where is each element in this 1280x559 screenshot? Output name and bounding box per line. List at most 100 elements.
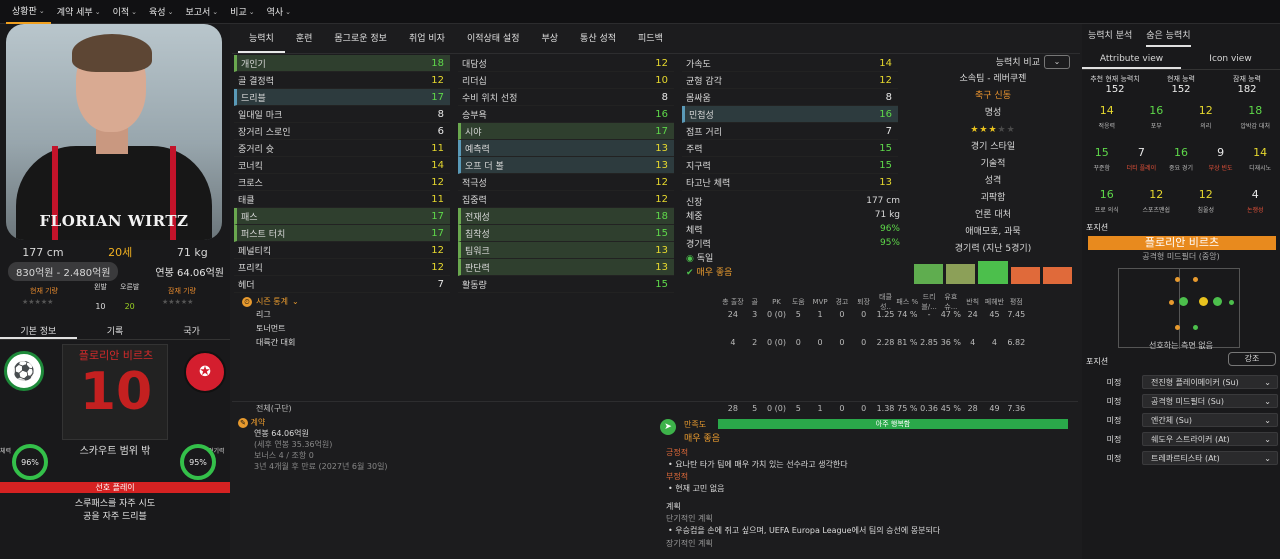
attribute-row[interactable]: 팀워크 13: [458, 242, 674, 259]
attribute-value: 15: [879, 159, 892, 171]
media-value: 애매모호, 과묵: [965, 227, 1021, 237]
attribute-row[interactable]: 가속도 14: [682, 55, 898, 72]
attribute-row[interactable]: 리더십 10: [458, 72, 674, 89]
left-tab-2[interactable]: 국가: [153, 324, 230, 339]
role-row[interactable]: 미정 공격형 미드필더 (Su) ⌄: [1086, 392, 1278, 410]
attribute-row[interactable]: 지구력 15: [682, 157, 898, 174]
satisfaction-bar: 아주 행복함: [718, 419, 1068, 429]
attribute-row[interactable]: 대담성 12: [458, 55, 674, 72]
tab-1[interactable]: 훈련: [285, 27, 324, 53]
attribute-row[interactable]: 점프 거리 7: [682, 123, 898, 140]
attribute-row[interactable]: 판단력 13: [458, 259, 674, 276]
attribute-row[interactable]: 몸싸움 8: [682, 89, 898, 106]
attribute-row[interactable]: 헤더 7: [234, 276, 450, 293]
hidden-attribute: 18 압박감 대처: [1240, 104, 1270, 130]
position-sub: 공격형 미드필더 (중앙): [1142, 252, 1220, 261]
attribute-row[interactable]: 적극성 12: [458, 174, 674, 191]
menu-item-5[interactable]: 비교 ⌄: [224, 0, 260, 24]
tab-ability-analysis[interactable]: 능력치 분석: [1088, 28, 1132, 47]
reputation-label: 명성: [984, 108, 1002, 118]
attribute-value: 17: [655, 125, 668, 137]
role-row[interactable]: 미정 쉐도우 스트라이커 (At) ⌄: [1086, 430, 1278, 448]
right-foot: 오른발 20: [120, 283, 140, 311]
physical-info-row: 신장 177 cm: [686, 196, 900, 208]
attribute-row[interactable]: 균형 감각 12: [682, 72, 898, 89]
attribute-row[interactable]: 중거리 슛 11: [234, 140, 450, 157]
tab-5[interactable]: 부상: [530, 27, 569, 53]
attribute-name: 오프 더 볼: [465, 161, 504, 172]
hidden-attribute: 7 더티 플레이: [1126, 146, 1157, 172]
menu-item-2[interactable]: 이적 ⌄: [107, 0, 143, 24]
menu-item-3[interactable]: 육성 ⌄: [143, 0, 179, 24]
attribute-value: 13: [655, 244, 668, 256]
attribute-row[interactable]: 타고난 체력 13: [682, 174, 898, 191]
attribute-row[interactable]: 크로스 12: [234, 174, 450, 191]
tab-attribute-view[interactable]: Attribute view: [1082, 54, 1181, 69]
attribute-row[interactable]: 민첩성 16: [682, 106, 898, 123]
compare-dropdown-button[interactable]: ⌄: [1044, 55, 1070, 69]
attribute-row[interactable]: 태클 11: [234, 191, 450, 208]
hidden-attribute: 4 논쟁성: [1246, 188, 1264, 214]
left-tab-1[interactable]: 기록: [77, 324, 154, 339]
attribute-row[interactable]: 승부욕 16: [458, 106, 674, 123]
role-row[interactable]: 미정 트레콰르티스타 (At) ⌄: [1086, 449, 1278, 467]
form-bar: [946, 264, 976, 284]
physical-info-row: 체중 71 kg: [686, 210, 900, 222]
attribute-value: 18: [655, 210, 668, 222]
attribute-row[interactable]: 전재성 18: [458, 208, 674, 225]
negative-text: • 현재 고민 없음: [668, 484, 725, 493]
attribute-row[interactable]: 장거리 스로인 6: [234, 123, 450, 140]
tab-0[interactable]: 능력치: [238, 27, 285, 53]
stats-row: 토너먼트: [256, 323, 286, 333]
attribute-row[interactable]: 골 결정력 12: [234, 72, 450, 89]
attribute-row[interactable]: 예측력 13: [458, 140, 674, 157]
attribute-row[interactable]: 일대일 마크 8: [234, 106, 450, 123]
attribute-row[interactable]: 수비 위치 선정 8: [458, 89, 674, 106]
attribute-row[interactable]: 오프 더 볼 13: [458, 157, 674, 174]
attribute-name: 지구력: [686, 161, 711, 172]
attribute-row[interactable]: 개인기 18: [234, 55, 450, 72]
tab-hidden-ability[interactable]: 숨은 능력치: [1146, 28, 1191, 47]
menu-item-0[interactable]: 상황판 ⌄: [6, 0, 51, 24]
attribute-value: 12: [655, 193, 668, 205]
style-label: 경기 스타일: [970, 142, 1016, 152]
emphasis-dropdown[interactable]: 강조: [1228, 352, 1276, 366]
attribute-value: 16: [879, 108, 892, 120]
player-profile-panel: FLORIAN WIRTZ 177 cm 20세 71 kg 830억원 - 2…: [0, 24, 230, 559]
attribute-row[interactable]: 주력 15: [682, 140, 898, 157]
tab-6[interactable]: 통산 성적: [569, 27, 627, 53]
attribute-row[interactable]: 시야 17: [458, 123, 674, 140]
menu-item-6[interactable]: 역사 ⌄: [261, 0, 297, 24]
attribute-name: 타고난 체력: [686, 178, 731, 189]
tab-2[interactable]: 몸그로운 정보: [323, 27, 398, 53]
attribute-row[interactable]: 페널티킥 12: [234, 242, 450, 259]
tab-icon-view[interactable]: Icon view: [1181, 54, 1280, 69]
attribute-row[interactable]: 드리블 17: [234, 89, 450, 106]
role-row[interactable]: 미정 전진형 플레이메이커 (Su) ⌄: [1086, 373, 1278, 391]
clock-icon: ⏲: [242, 296, 252, 307]
ability-rating: 추천 현재 능력치 152: [1090, 75, 1140, 95]
contract-title: 계약: [250, 418, 266, 427]
tab-7[interactable]: 피드백: [627, 27, 674, 53]
attribute-row[interactable]: 프리킥 12: [234, 259, 450, 276]
plan-label: 계획: [666, 502, 681, 511]
attribute-row[interactable]: 퍼스트 터치 17: [234, 225, 450, 242]
attribute-row[interactable]: 집중력 12: [458, 191, 674, 208]
shirt-number-box: 플로리안 비르츠 10: [62, 344, 168, 440]
shirt-number: 10: [79, 362, 153, 422]
technical-attributes: 개인기 18 골 결정력 12 드리블 17 일대일 마크 8 장거리 스로인 6 중거리 슛 11 코…: [234, 55, 450, 293]
attribute-row[interactable]: 침착성 15: [458, 225, 674, 242]
potential-ability-stars: ★★★★★: [162, 298, 194, 306]
attribute-value: 8: [661, 91, 668, 103]
attribute-row[interactable]: 활동량 15: [458, 276, 674, 293]
menu-item-1[interactable]: 계약 세부 ⌄: [51, 0, 107, 24]
attribute-row[interactable]: 패스 17: [234, 208, 450, 225]
menu-item-4[interactable]: 보고서 ⌄: [179, 0, 224, 24]
tab-3[interactable]: 취업 비자: [398, 27, 456, 53]
tab-4[interactable]: 이적상태 설정: [456, 27, 531, 53]
left-tab-0[interactable]: 기본 정보: [0, 324, 77, 339]
attribute-name: 침착성: [465, 229, 490, 240]
attribute-row[interactable]: 코너킥 14: [234, 157, 450, 174]
attribute-value: 14: [431, 159, 444, 171]
role-row[interactable]: 미정 엔간체 (Su) ⌄: [1086, 411, 1278, 429]
